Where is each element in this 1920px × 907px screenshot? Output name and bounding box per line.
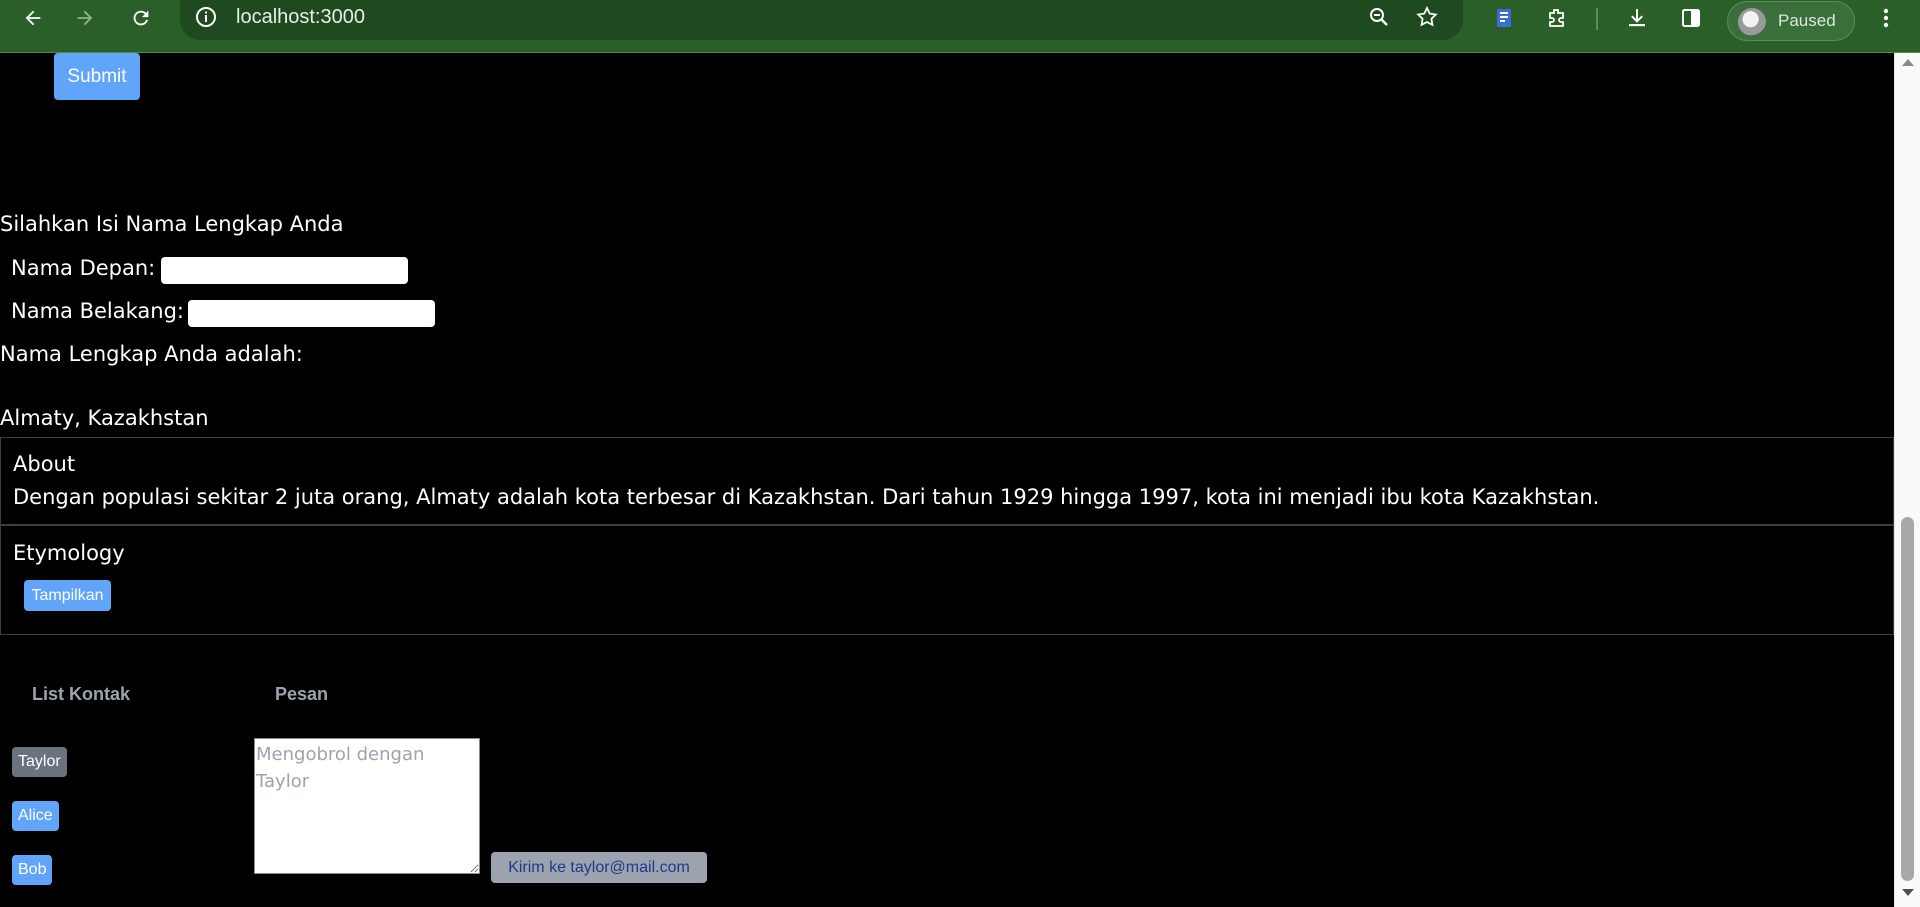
browser-toolbar: localhost:3000 Paused xyxy=(0,0,1920,53)
toolbar-separator xyxy=(1596,8,1598,30)
side-panel-icon[interactable] xyxy=(1675,2,1707,34)
contact-alice-button[interactable]: Alice xyxy=(12,801,59,831)
full-name-result-label: Nama Lengkap Anda adalah: xyxy=(0,342,303,366)
page-scrollbar[interactable] xyxy=(1894,53,1920,907)
name-form-heading: Silahkan Isi Nama Lengkap Anda xyxy=(0,212,344,236)
forward-icon[interactable] xyxy=(69,2,101,34)
download-icon[interactable] xyxy=(1621,2,1653,34)
bookmark-star-icon[interactable] xyxy=(1415,5,1439,33)
address-bar[interactable]: localhost:3000 xyxy=(180,0,1463,40)
scrollbar-thumb[interactable] xyxy=(1901,517,1914,881)
profile-button[interactable]: Paused xyxy=(1727,1,1855,41)
scroll-down-icon[interactable] xyxy=(1902,889,1914,896)
page-content: Submit Silahkan Isi Nama Lengkap Anda Na… xyxy=(0,53,1894,907)
avatar xyxy=(1738,8,1766,36)
about-text: Dengan populasi sekitar 2 juta orang, Al… xyxy=(13,485,1600,509)
reload-icon[interactable] xyxy=(125,2,157,34)
contact-taylor-button[interactable]: Taylor xyxy=(12,747,67,777)
site-info-icon[interactable] xyxy=(194,5,218,33)
submit-button[interactable]: Submit xyxy=(54,53,140,100)
etymology-heading: Etymology xyxy=(13,541,125,565)
contact-bob-button[interactable]: Bob xyxy=(12,855,53,885)
message-textarea[interactable] xyxy=(254,738,480,874)
first-name-field[interactable] xyxy=(161,257,408,284)
scroll-up-icon[interactable] xyxy=(1902,59,1914,66)
zoom-icon[interactable] xyxy=(1367,5,1391,33)
send-message-button[interactable]: Kirim ke taylor@mail.com xyxy=(491,852,707,883)
contact-list-heading: List Kontak xyxy=(32,684,131,704)
profile-status: Paused xyxy=(1778,11,1836,30)
city-title: Almaty, Kazakhstan xyxy=(0,406,209,430)
about-panel: About Dengan populasi sekitar 2 juta ora… xyxy=(0,437,1894,526)
message-heading: Pesan xyxy=(275,684,329,704)
show-etymology-button[interactable]: Tampilkan xyxy=(24,580,111,611)
back-icon[interactable] xyxy=(17,2,49,34)
last-name-field[interactable] xyxy=(188,300,435,327)
reading-extension-icon[interactable] xyxy=(1488,2,1520,34)
extensions-puzzle-icon[interactable] xyxy=(1541,2,1573,34)
etymology-panel: Etymology Tampilkan xyxy=(0,524,1894,635)
last-name-label: Nama Belakang: xyxy=(11,299,184,323)
about-heading: About xyxy=(13,452,76,476)
url-text: localhost:3000 xyxy=(236,6,365,28)
first-name-label: Nama Depan: xyxy=(11,256,156,280)
more-menu-icon[interactable] xyxy=(1872,2,1900,34)
